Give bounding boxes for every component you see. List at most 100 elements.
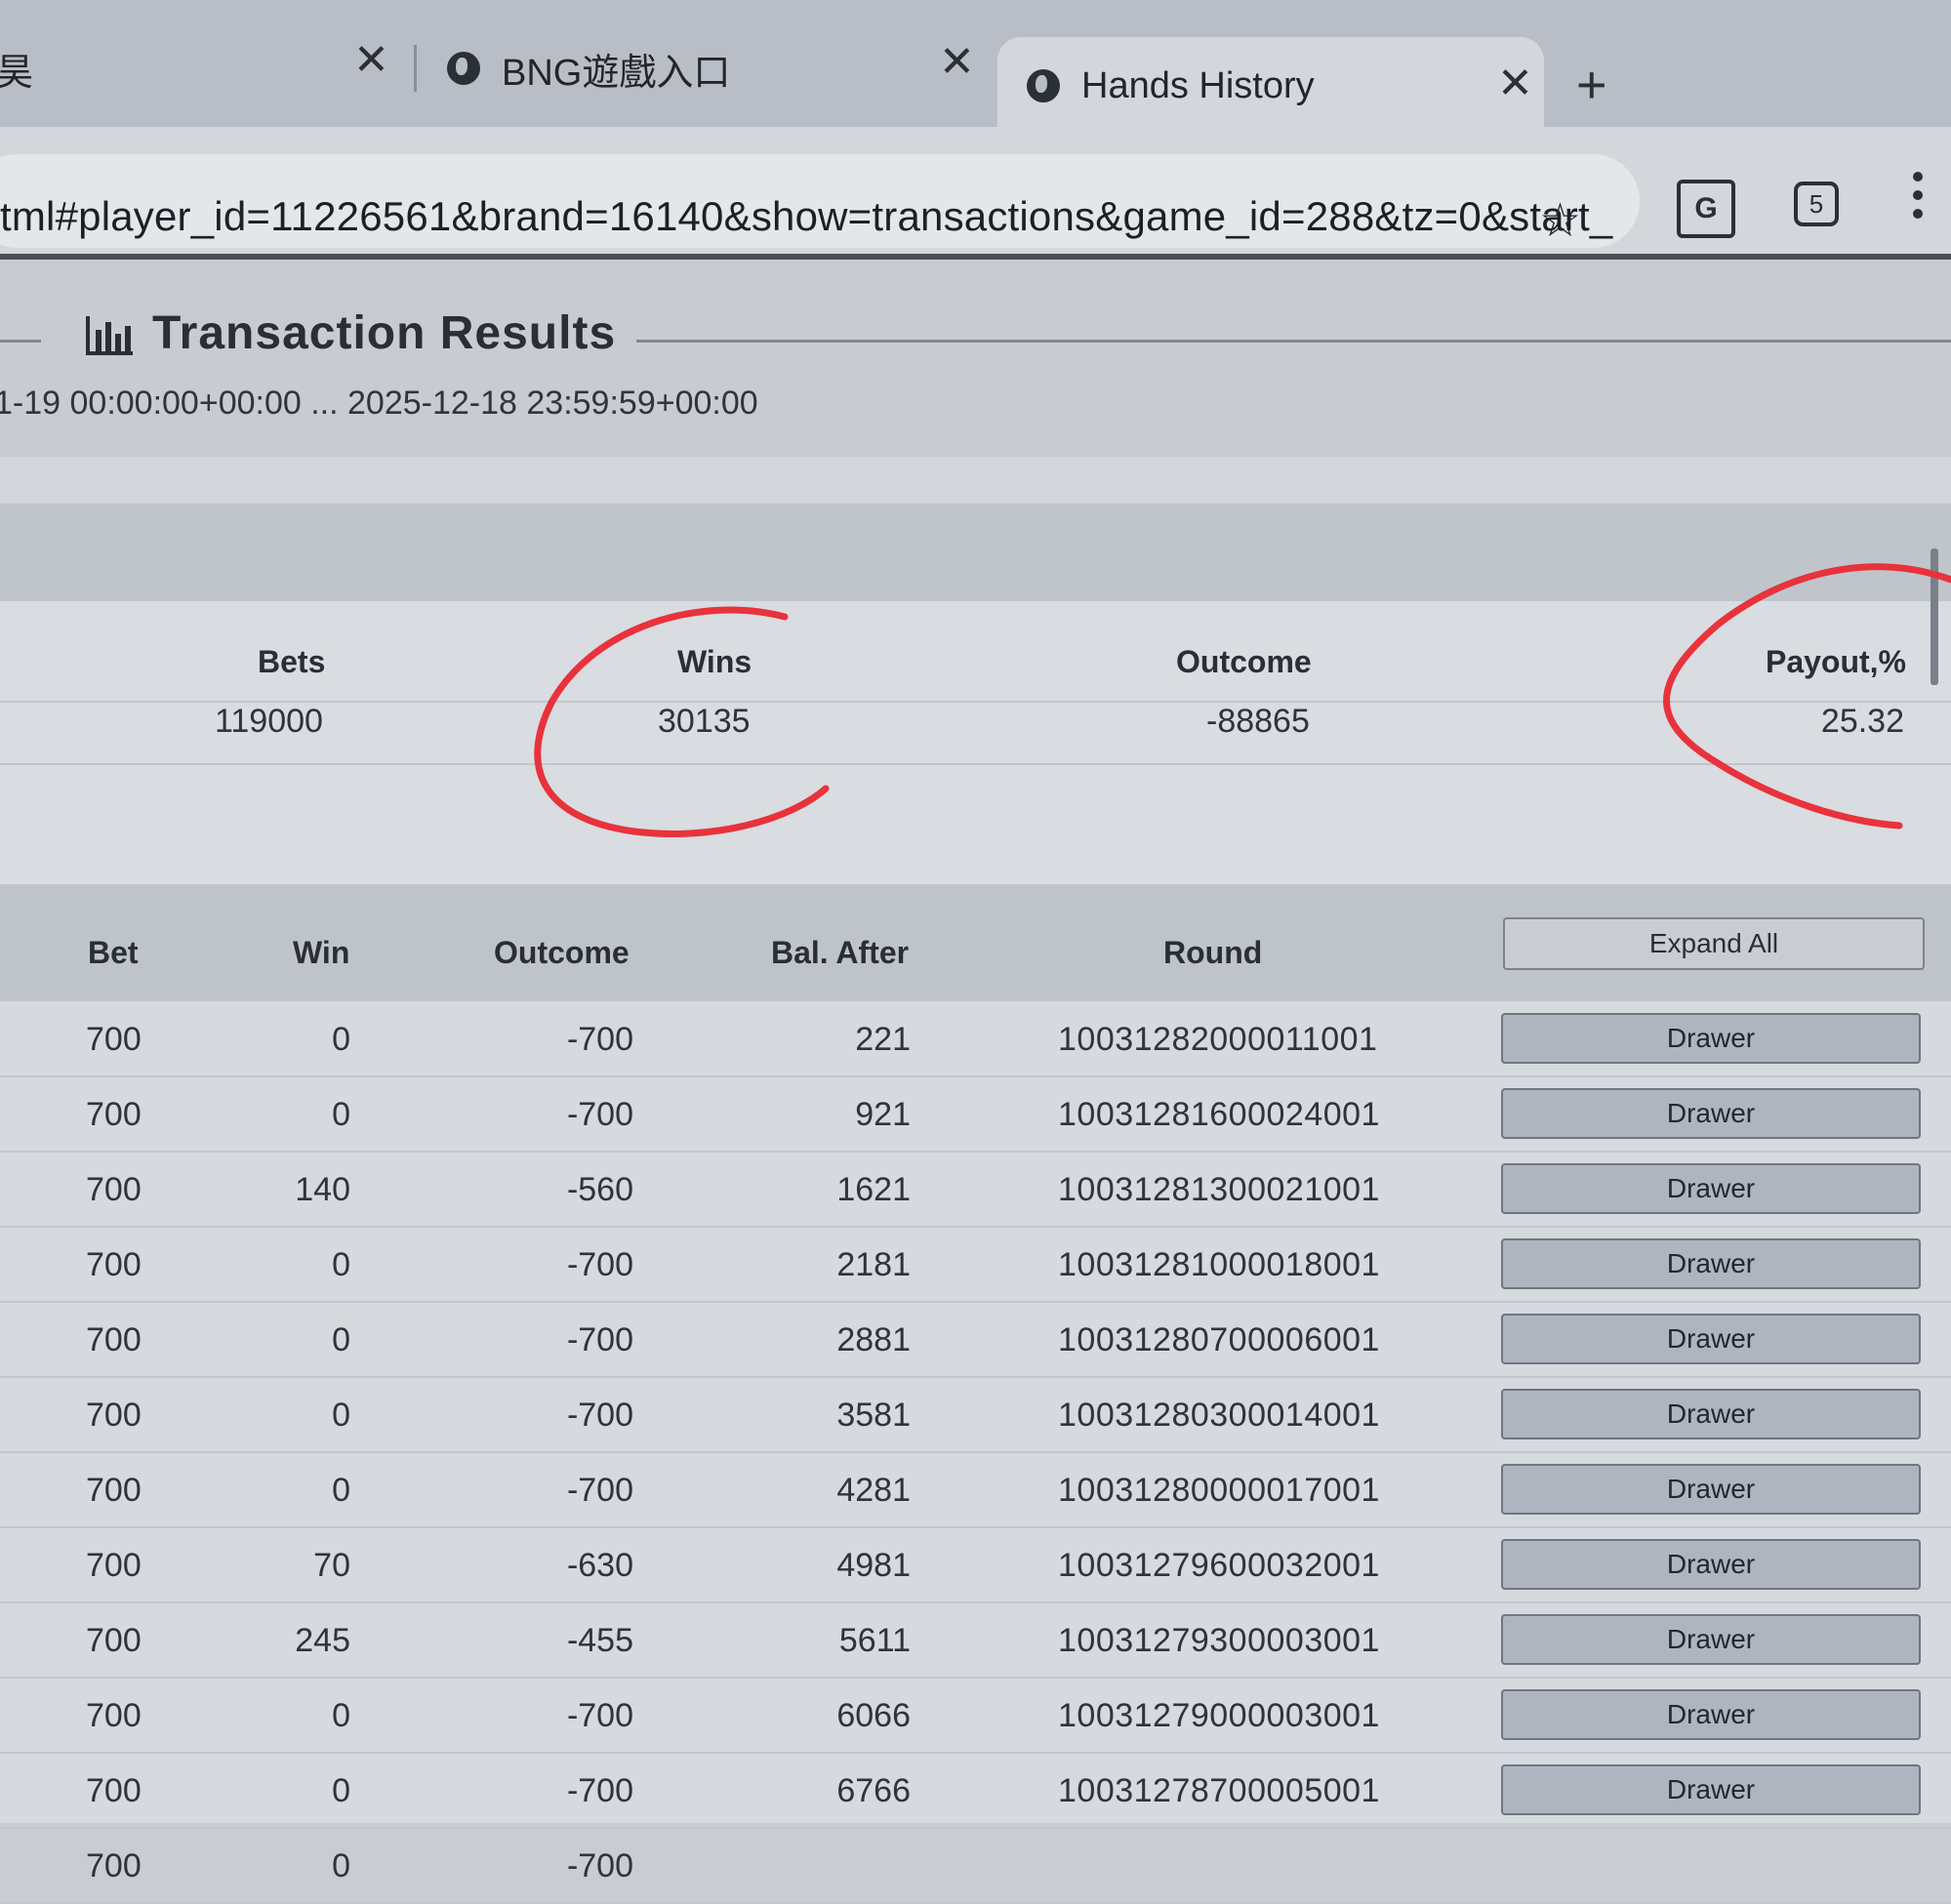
cell-outcome: -700 (567, 1021, 633, 1059)
summary-value-bets: 119000 (215, 703, 323, 741)
cell-round: 10031278700005001 (1058, 1772, 1380, 1810)
divider (0, 763, 1951, 765)
cell-round: 10031281600024001 (1058, 1096, 1380, 1134)
drawer-button[interactable]: Drawer (1501, 1464, 1921, 1515)
table-row: 7000-700 (0, 1828, 1951, 1904)
drawer-button[interactable]: Drawer (1501, 1088, 1921, 1139)
cell-bal-after: 2181 (836, 1246, 911, 1284)
cell-bet: 700 (86, 1622, 142, 1660)
column-header-bal-after: Bal. After (771, 935, 909, 971)
cell-bal-after: 6066 (836, 1697, 911, 1735)
date-range: 1-19 00:00:00+00:00 ... 2025-12-18 23:59… (0, 385, 758, 423)
close-icon[interactable]: ✕ (939, 37, 975, 87)
cell-win: 0 (332, 1246, 350, 1284)
table-body: 7000-70022110031282000011001Drawer7000-7… (0, 1001, 1951, 1823)
cell-win: 0 (332, 1397, 350, 1435)
tab-1[interactable]: 昊 ✕ (0, 20, 33, 117)
drawer-button[interactable]: Drawer (1501, 1689, 1921, 1740)
summary-header-outcome: Outcome (1176, 644, 1312, 680)
tab-label: 昊 (0, 42, 33, 96)
spacer-band (0, 504, 1951, 601)
table-row: 7000-700358110031280300014001Drawer (0, 1377, 1951, 1453)
cell-win: 245 (295, 1622, 350, 1660)
cell-win: 0 (332, 1847, 350, 1885)
cell-bal-after: 1621 (836, 1171, 911, 1209)
tab-separator (414, 45, 417, 92)
url-text[interactable]: tml#player_id=11226561&brand=16140&show=… (0, 193, 1612, 240)
cell-bet: 700 (86, 1697, 142, 1735)
cell-win: 0 (332, 1772, 350, 1810)
close-icon[interactable]: ✕ (353, 35, 389, 85)
cell-outcome: -700 (567, 1321, 633, 1359)
column-header-round: Round (1163, 935, 1262, 971)
cell-outcome: -700 (567, 1697, 633, 1735)
page-content: Transaction Results 1-19 00:00:00+00:00 … (0, 260, 1951, 1823)
cell-bal-after: 4981 (836, 1547, 911, 1585)
drawer-button[interactable]: Drawer (1501, 1764, 1921, 1815)
spacer-band (0, 457, 1951, 504)
tab-hands-history[interactable]: Hands History ✕ (997, 37, 1544, 135)
tab-label: BNG遊戲入口 (502, 42, 730, 96)
cell-outcome: -700 (567, 1096, 633, 1134)
cell-round: 10031281000018001 (1058, 1246, 1380, 1284)
cell-outcome: -700 (567, 1246, 633, 1284)
column-header-bet: Bet (88, 935, 139, 971)
summary-header-payout: Payout,% (1766, 644, 1906, 680)
drawer-button[interactable]: Drawer (1501, 1314, 1921, 1364)
cell-outcome: -700 (567, 1397, 633, 1435)
globe-icon (1027, 69, 1060, 102)
scrollbar[interactable] (1931, 548, 1938, 685)
browser-toolbar: tml#player_id=11226561&brand=16140&show=… (0, 127, 1951, 254)
tab-2[interactable]: BNG遊戲入口 ✕ (447, 20, 974, 117)
tab-label: Hands History (1081, 65, 1315, 107)
new-tab-icon[interactable]: + (1576, 55, 1607, 115)
drawer-button[interactable]: Drawer (1501, 1013, 1921, 1064)
cell-outcome: -700 (567, 1772, 633, 1810)
cell-outcome: -700 (567, 1472, 633, 1510)
cell-win: 0 (332, 1321, 350, 1359)
divider (636, 340, 1951, 343)
summary-value-wins: 30135 (658, 703, 751, 741)
translate-icon[interactable]: G (1677, 180, 1735, 238)
cell-win: 0 (332, 1472, 350, 1510)
cell-bet: 700 (86, 1397, 142, 1435)
tab-strip: 昊 ✕ BNG遊戲入口 ✕ Hands History ✕ + (0, 0, 1951, 127)
close-icon[interactable]: ✕ (1497, 59, 1533, 108)
title-row: Transaction Results (0, 299, 1951, 377)
column-header-win: Win (293, 935, 349, 971)
cell-round: 10031279300003001 (1058, 1622, 1380, 1660)
cell-bet: 700 (86, 1021, 142, 1059)
cell-bet: 700 (86, 1096, 142, 1134)
table-row: 7000-70022110031282000011001Drawer (0, 1001, 1951, 1077)
page-title: Transaction Results (152, 306, 616, 360)
cell-bet: 700 (86, 1547, 142, 1585)
cell-win: 0 (332, 1697, 350, 1735)
summary-value-outcome: -88865 (1206, 703, 1310, 741)
drawer-button[interactable]: Drawer (1501, 1238, 1921, 1289)
cell-bet: 700 (86, 1246, 142, 1284)
divider (0, 340, 41, 343)
drawer-button[interactable]: Drawer (1501, 1539, 1921, 1590)
cell-bal-after: 4281 (836, 1472, 911, 1510)
cell-win: 0 (332, 1021, 350, 1059)
address-bar[interactable]: tml#player_id=11226561&brand=16140&show=… (0, 154, 1640, 248)
drawer-button[interactable]: Drawer (1501, 1389, 1921, 1439)
menu-icon[interactable] (1911, 172, 1925, 227)
summary-header-wins: Wins (677, 644, 752, 680)
globe-icon (447, 52, 480, 85)
table-row: 700245-455561110031279300003001Drawer (0, 1602, 1951, 1679)
summary-table: Bets Wins Outcome Payout,% 119000 30135 … (0, 601, 1951, 884)
drawer-button[interactable]: Drawer (1501, 1614, 1921, 1665)
cell-round: 10031280700006001 (1058, 1321, 1380, 1359)
summary-header-bets: Bets (258, 644, 325, 680)
cell-bal-after: 921 (855, 1096, 911, 1134)
table-row: 7000-700606610031279000003001Drawer (0, 1678, 1951, 1754)
column-header-outcome: Outcome (494, 935, 630, 971)
cell-bet: 700 (86, 1171, 142, 1209)
cell-win: 140 (295, 1171, 350, 1209)
drawer-button[interactable]: Drawer (1501, 1163, 1921, 1214)
cell-bal-after: 5611 (839, 1622, 911, 1660)
star-icon[interactable]: ☆ (1539, 193, 1581, 248)
expand-all-button[interactable]: Expand All (1503, 917, 1925, 970)
tab-count-icon[interactable]: 5 (1794, 182, 1839, 226)
